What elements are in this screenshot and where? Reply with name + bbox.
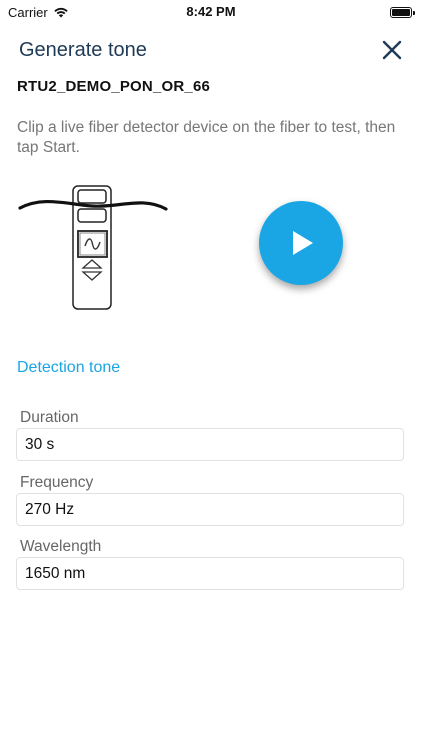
- duration-field[interactable]: 30 s: [16, 428, 404, 461]
- carrier-label: Carrier: [8, 4, 48, 20]
- play-icon: [293, 231, 313, 255]
- section-title: Detection tone: [17, 359, 121, 376]
- start-button[interactable]: [259, 201, 343, 285]
- close-icon: [382, 40, 402, 60]
- generate-tone-screen: Carrier 8:42 PM Generate tone RTU2_DEMO_…: [0, 0, 422, 750]
- status-bar: Carrier 8:42 PM: [0, 0, 422, 24]
- header: Generate tone: [0, 30, 422, 70]
- battery-icon: [390, 6, 415, 18]
- frequency-field[interactable]: 270 Hz: [16, 493, 404, 526]
- duration-label: Duration: [20, 409, 79, 426]
- fiber-detector-icon: [18, 185, 168, 310]
- close-button[interactable]: [378, 36, 406, 64]
- wavelength-label: Wavelength: [20, 538, 102, 555]
- battery-level: [392, 8, 410, 16]
- instructions-text: Clip a live fiber detector device on the…: [17, 119, 396, 156]
- status-left: Carrier: [8, 5, 69, 20]
- wifi-icon: [54, 7, 68, 18]
- device-name: RTU2_DEMO_PON_OR_66: [17, 78, 211, 95]
- page-title: Generate tone: [19, 38, 147, 61]
- wavelength-field[interactable]: 1650 nm: [16, 557, 404, 590]
- frequency-label: Frequency: [20, 474, 94, 491]
